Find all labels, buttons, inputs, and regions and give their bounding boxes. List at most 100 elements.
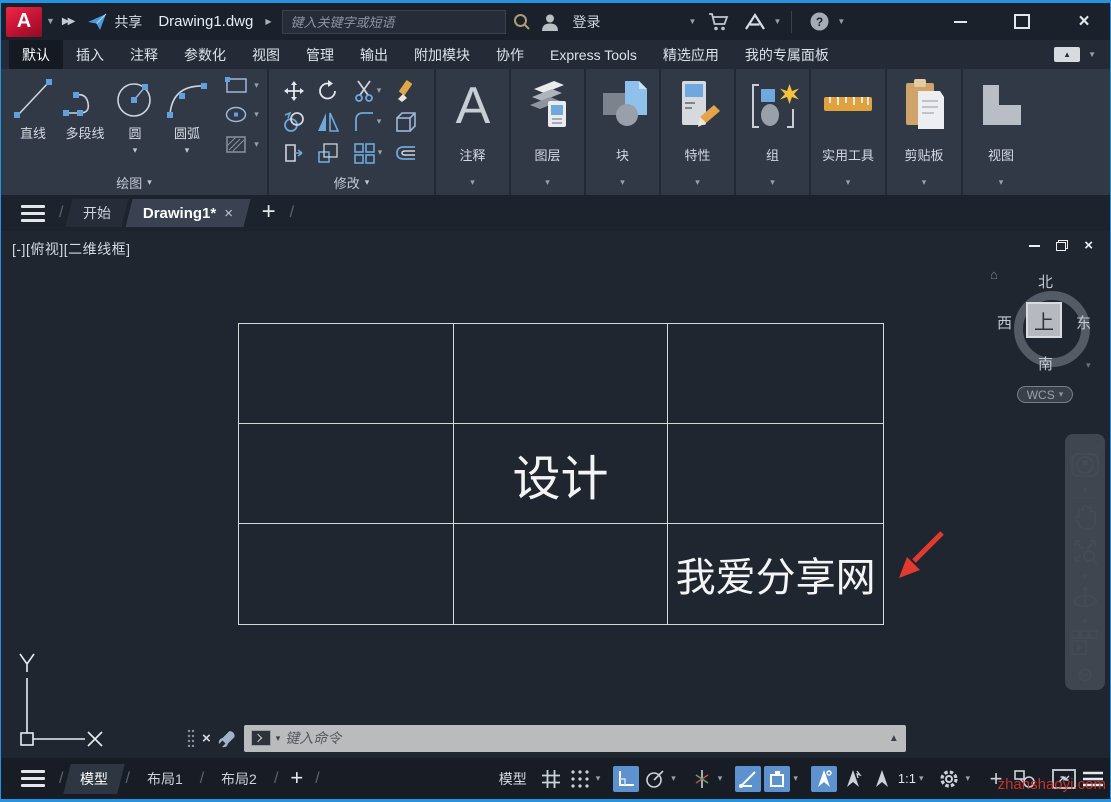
application-menu-button[interactable]: A [6, 7, 42, 37]
file-tabs-menu-icon[interactable] [21, 205, 45, 222]
share-icon[interactable] [87, 13, 107, 31]
rotate-tool[interactable] [316, 79, 340, 103]
wcs-dropdown[interactable]: WCS ▾ [1017, 386, 1073, 403]
signin-caret-icon[interactable]: ▼ [689, 18, 697, 26]
gear-caret-icon[interactable]: ▾ [965, 774, 970, 783]
3d-box-tool[interactable] [394, 110, 418, 134]
panel-properties[interactable]: 特性 ▾ [661, 69, 736, 195]
viewcube-east-label[interactable]: 东 [1076, 312, 1091, 333]
mirror-tool[interactable] [316, 110, 340, 134]
panel-utilities[interactable]: 实用工具 ▾ [811, 69, 887, 195]
polyline-tool[interactable]: 多段线 [57, 73, 113, 142]
file-tab-close-icon[interactable]: × [225, 205, 234, 222]
isodraft-caret-icon[interactable]: ▾ [718, 774, 723, 783]
pan-hand-icon[interactable] [1072, 504, 1098, 532]
copy-tool[interactable] [282, 110, 306, 134]
layout-menu-icon[interactable] [21, 770, 45, 787]
move-tool[interactable] [282, 79, 306, 103]
file-tab-drawing1[interactable]: Drawing1* × [126, 199, 251, 227]
osnap-caret-icon[interactable]: ▾ [793, 774, 798, 783]
utilities-caret-icon[interactable]: ▾ [846, 177, 851, 187]
ribbon-minimize-button[interactable]: ▲ [1054, 47, 1080, 62]
properties-caret-icon[interactable]: ▾ [695, 177, 700, 187]
array-tool[interactable]: ▾ [352, 141, 383, 165]
minimize-button[interactable] [938, 7, 982, 37]
scale-caret-icon[interactable]: ▾ [919, 774, 924, 783]
orbit-icon[interactable] [1070, 582, 1100, 612]
annotation-autoscale-toggle[interactable] [840, 766, 866, 792]
user-icon[interactable] [540, 12, 560, 32]
object-snap-toggle[interactable] [764, 766, 790, 792]
ribbon-tab-view[interactable]: 视图 [239, 40, 293, 69]
viewport-minimize-icon[interactable] [1029, 245, 1040, 247]
new-layout-button[interactable]: + [290, 765, 303, 791]
panel-groups[interactable]: 组 ▾ [736, 69, 811, 195]
command-prompt-caret-icon[interactable]: ▾ [276, 734, 281, 743]
panel-block[interactable]: 块 ▾ [586, 69, 661, 195]
ribbon-tab-my-panel[interactable]: 我的专属面板 [732, 40, 842, 69]
clean-screen-button[interactable] [1051, 766, 1077, 792]
offset-tool[interactable] [394, 141, 418, 165]
arc-caret-icon[interactable]: ▾ [185, 146, 190, 155]
scale-tool[interactable] [316, 141, 340, 165]
isometric-drafting-toggle[interactable] [689, 766, 715, 792]
command-prompt-icon[interactable] [251, 730, 271, 746]
title-caret-icon[interactable]: ▶ [265, 18, 271, 26]
line-tool[interactable]: 直线 [9, 73, 57, 142]
circle-tool[interactable]: 圆 ▾ [113, 73, 157, 155]
command-input[interactable]: ▾ 键入命令 ▲ [244, 725, 906, 752]
help-icon[interactable]: ? [809, 11, 830, 32]
annotation-scale-value[interactable]: 1:1 [898, 771, 916, 786]
status-hamburger-icon[interactable] [1080, 766, 1106, 792]
new-drawing-button[interactable]: + [262, 198, 276, 226]
panel-view[interactable]: 视图 ▾ [963, 69, 1039, 195]
erase-tool[interactable] [394, 79, 418, 103]
close-button[interactable]: × [1062, 7, 1106, 37]
polar-caret-icon[interactable]: ▾ [671, 774, 676, 783]
ribbon-tab-home[interactable]: 默认 [9, 40, 63, 69]
customization-gear-button[interactable] [936, 766, 962, 792]
app-menu-caret-icon[interactable]: ▼ [46, 17, 55, 26]
annotation-scale-button[interactable] [869, 766, 895, 792]
viewcube-north-label[interactable]: 北 [1038, 271, 1053, 292]
clipboard-caret-icon[interactable]: ▾ [922, 177, 927, 187]
viewport-restore-icon[interactable] [1056, 240, 1068, 251]
share-label[interactable]: 共享 [114, 12, 142, 32]
layout-tab-layout1[interactable]: 布局1 [130, 764, 199, 794]
trim-tool[interactable]: ▾ [353, 79, 382, 103]
ribbon-minimize-caret-icon[interactable]: ▼ [1088, 51, 1096, 59]
autodesk-caret-icon[interactable]: ▼ [773, 18, 781, 26]
rectangle-tool[interactable]: ▾ [225, 77, 259, 94]
search-icon[interactable] [513, 13, 531, 31]
polar-tracking-toggle[interactable] [642, 766, 668, 792]
isolate-objects-button[interactable] [1012, 766, 1038, 792]
circle-caret-icon[interactable]: ▾ [133, 146, 138, 155]
view-panel-caret-icon[interactable]: ▾ [999, 177, 1004, 187]
ribbon-tab-manage[interactable]: 管理 [293, 40, 347, 69]
sign-in-button[interactable]: 登录 [573, 12, 601, 32]
modify-panel-footer[interactable]: 修改 ▾ [269, 173, 434, 192]
steering-wheel-icon[interactable] [1070, 450, 1100, 480]
search-input[interactable]: 键入关键字或短语 [282, 10, 506, 34]
ucs-icon[interactable] [7, 645, 122, 757]
panel-clipboard[interactable]: 剪贴板 ▾ [887, 69, 963, 195]
command-close-icon[interactable]: × [202, 730, 211, 747]
fillet-tool[interactable]: ▾ [353, 110, 382, 134]
viewcube-home-icon[interactable]: ⌂ [990, 267, 998, 282]
viewcube-south-label[interactable]: 南 [1038, 353, 1053, 374]
autodesk-logo-icon[interactable] [744, 12, 766, 32]
stretch-tool[interactable] [282, 141, 306, 165]
command-history-up-icon[interactable]: ▲ [889, 733, 899, 744]
zoom-extents-icon[interactable] [1071, 537, 1099, 565]
viewport-controls-label[interactable]: [-][俯视][二维线框] [12, 239, 131, 259]
ribbon-tab-output[interactable]: 输出 [347, 40, 401, 69]
file-tab-start[interactable]: 开始 [66, 199, 129, 227]
viewcube-west-label[interactable]: 西 [997, 312, 1012, 333]
arc-tool[interactable]: 圆弧 ▾ [161, 73, 213, 155]
ribbon-tab-parametric[interactable]: 参数化 [171, 40, 239, 69]
layout-tab-model[interactable]: 模型 [64, 764, 125, 794]
block-caret-icon[interactable]: ▾ [620, 177, 625, 187]
command-customize-wrench-icon[interactable] [218, 729, 237, 748]
quick-access-expand-icon[interactable]: ▶▶ [62, 16, 73, 27]
add-status-button[interactable]: + [983, 766, 1009, 792]
